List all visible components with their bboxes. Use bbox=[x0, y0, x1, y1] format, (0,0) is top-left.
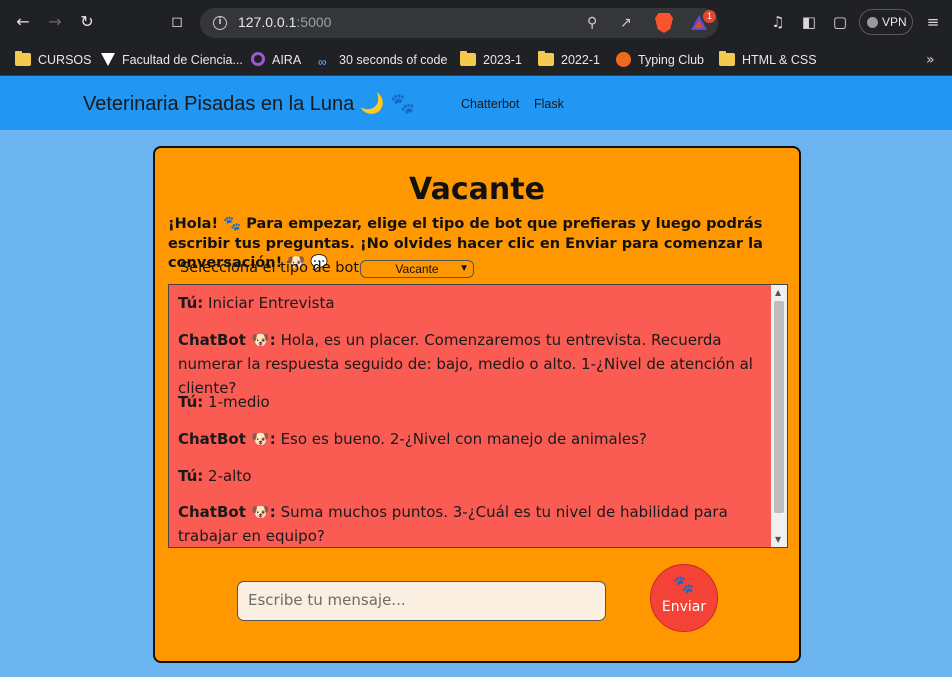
scrollbar-thumb[interactable] bbox=[774, 301, 784, 513]
forward-icon[interactable]: → bbox=[44, 11, 66, 33]
scroll-down-icon[interactable]: ▼ bbox=[775, 535, 781, 544]
chat-message: Tú: 2-alto bbox=[178, 464, 768, 488]
bookmark-aira[interactable]: AIRA bbox=[251, 50, 301, 70]
app-navbar: Veterinaria Pisadas en la Luna 🌙 🐾 Chatt… bbox=[0, 76, 952, 130]
bookmark-label: CURSOS bbox=[38, 53, 92, 67]
bookmark-label: 2022-1 bbox=[561, 53, 600, 67]
send-button[interactable]: 🐾 Enviar bbox=[650, 564, 718, 632]
bookmark-html-css[interactable]: HTML & CSS bbox=[719, 50, 817, 70]
url-text[interactable]: 127.0.0.1:5000 bbox=[238, 14, 331, 30]
bot-type-select[interactable]: Vacante ▼ bbox=[360, 260, 474, 278]
message-text: Iniciar Entrevista bbox=[203, 294, 335, 312]
message-input[interactable]: Escribe tu mensaje... bbox=[237, 581, 606, 621]
paw-icon: 🐾 bbox=[673, 575, 695, 595]
message-text: 2-alto bbox=[203, 467, 252, 485]
bookmark-2023-1[interactable]: 2023-1 bbox=[460, 50, 522, 70]
chat-message: Tú: 1-medio bbox=[178, 390, 768, 414]
wallet-icon[interactable]: ▢ bbox=[829, 12, 851, 32]
url-host: 127.0.0.1 bbox=[238, 14, 297, 30]
zoom-icon[interactable]: ⚲ bbox=[587, 14, 597, 32]
bookmark-label: AIRA bbox=[272, 53, 302, 67]
chat-card: Vacante ¡Hola! 🐾 Para empezar, elige el … bbox=[153, 146, 801, 663]
message-speaker: ChatBot 🐶: bbox=[178, 430, 276, 448]
rewards-badge: 1 bbox=[703, 10, 716, 23]
message-speaker: ChatBot 🐶: bbox=[178, 331, 276, 349]
code-icon: ∞ bbox=[318, 55, 327, 69]
bookmark-label: 2023-1 bbox=[483, 53, 522, 67]
brave-shields-icon[interactable] bbox=[655, 13, 673, 33]
nav-link-flask[interactable]: Flask bbox=[534, 97, 564, 111]
folder-icon bbox=[719, 51, 735, 66]
reload-icon[interactable]: ↻ bbox=[76, 11, 98, 33]
message-speaker: ChatBot 🐶: bbox=[178, 503, 276, 521]
media-icon[interactable]: ♫ bbox=[767, 12, 789, 32]
message-text: 1-medio bbox=[203, 393, 270, 411]
chat-scrollbar[interactable]: ▲ ▼ bbox=[771, 285, 787, 547]
vpn-label: VPN bbox=[882, 15, 907, 29]
folder-icon bbox=[460, 51, 476, 66]
chevron-down-icon: ▼ bbox=[459, 263, 469, 274]
message-speaker: Tú: bbox=[178, 467, 204, 485]
brand-title[interactable]: Veterinaria Pisadas en la Luna 🌙 🐾 bbox=[83, 91, 415, 116]
send-label: Enviar bbox=[661, 599, 707, 615]
aira-icon bbox=[251, 52, 265, 66]
sidebar-icon[interactable]: ◧ bbox=[798, 12, 820, 32]
folder-icon bbox=[538, 51, 554, 66]
message-text: Eso es bueno. 2-¿Nivel con manejo de ani… bbox=[275, 430, 647, 448]
bookmarks-bar: CURSOS Facultad de Ciencia... AIRA ∞ 30 s… bbox=[0, 44, 952, 76]
folder-icon bbox=[15, 51, 31, 66]
message-speaker: Tú: bbox=[178, 393, 204, 411]
scroll-up-icon[interactable]: ▲ bbox=[775, 288, 781, 297]
faculty-logo-icon bbox=[101, 53, 115, 66]
bot-type-value: Vacante bbox=[395, 262, 439, 276]
url-port: :5000 bbox=[296, 14, 332, 30]
bot-type-label: Selecciona el tipo de bot: bbox=[180, 260, 364, 276]
bookmark-30-seconds[interactable]: ∞ 30 seconds of code bbox=[318, 50, 447, 70]
browser-toolbar: ← → ↻ ◻ i 127.0.0.1:5000 ⚲ ↗ 1 ♫ ◧ ▢ VPN… bbox=[0, 0, 952, 44]
bookmark-typing-club[interactable]: Typing Club bbox=[616, 50, 704, 70]
chat-message: Tú: Iniciar Entrevista bbox=[178, 291, 768, 315]
address-bar[interactable]: i 127.0.0.1:5000 ⚲ ↗ 1 bbox=[200, 8, 718, 38]
back-icon[interactable]: ← bbox=[12, 11, 34, 33]
chat-message: ChatBot 🐶: Suma muchos puntos. 3-¿Cuál e… bbox=[178, 500, 768, 547]
bookmark-facultad[interactable]: Facultad de Ciencia... bbox=[101, 50, 243, 70]
menu-icon[interactable]: ≡ bbox=[922, 12, 944, 32]
bookmarks-more-icon[interactable]: » bbox=[926, 50, 935, 70]
typing-club-icon bbox=[616, 52, 631, 67]
share-icon[interactable]: ↗ bbox=[620, 14, 632, 32]
bookmark-label: 30 seconds of code bbox=[339, 53, 448, 67]
bookmark-2022-1[interactable]: 2022-1 bbox=[538, 50, 600, 70]
bookmark-label: Facultad de Ciencia... bbox=[122, 53, 243, 67]
site-info-icon[interactable]: i bbox=[213, 16, 227, 30]
page-title: Vacante bbox=[409, 172, 545, 207]
bookmark-cursos[interactable]: CURSOS bbox=[15, 50, 91, 70]
message-speaker: Tú: bbox=[178, 294, 204, 312]
bookmark-label: Typing Club bbox=[638, 53, 705, 67]
chat-log[interactable]: Tú: Iniciar Entrevista ChatBot 🐶: Hola, … bbox=[168, 284, 788, 548]
vpn-button[interactable]: VPN bbox=[859, 9, 913, 35]
bookmark-label: HTML & CSS bbox=[742, 53, 817, 67]
bookmark-icon[interactable]: ◻ bbox=[166, 11, 188, 33]
chat-message: ChatBot 🐶: Eso es bueno. 2-¿Nivel con ma… bbox=[178, 427, 768, 451]
nav-link-chatterbot[interactable]: Chatterbot bbox=[461, 97, 519, 111]
vpn-status-icon bbox=[867, 17, 878, 28]
